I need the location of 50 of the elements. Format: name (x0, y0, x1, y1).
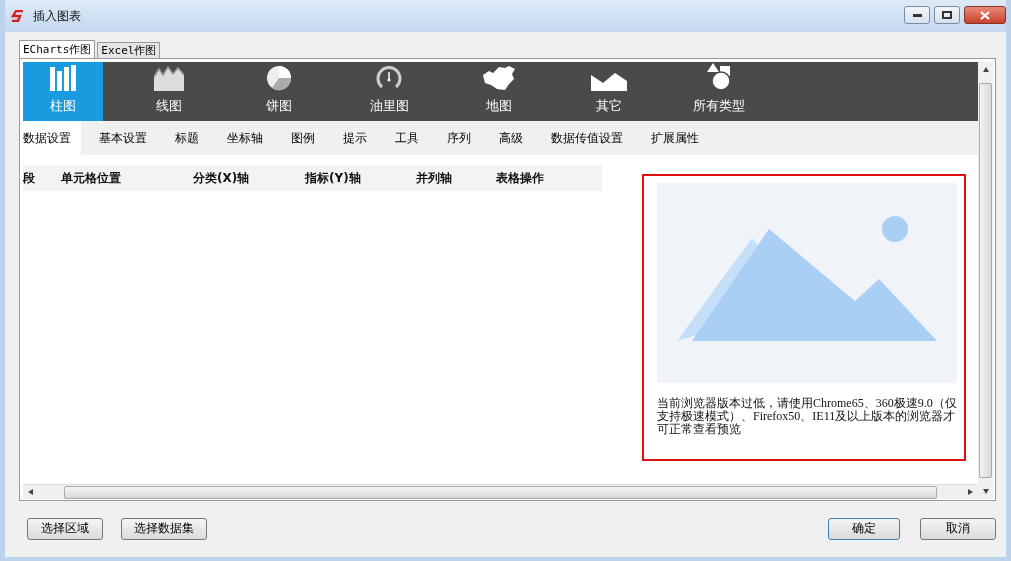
minimize-button[interactable] (904, 6, 930, 24)
mountain-shape-icon (591, 71, 627, 91)
map-icon (481, 65, 517, 91)
window-title: 插入图表 (33, 7, 81, 25)
footer-button[interactable]: 选择区域 (27, 517, 103, 540)
down-arrow-icon (982, 489, 989, 494)
settings-tab[interactable]: 序列 (437, 121, 481, 155)
chart-type-item[interactable]: 油里图 (349, 62, 429, 121)
settings-tab[interactable]: 提示 (333, 121, 377, 155)
settings-tab[interactable]: 数据设置 (23, 121, 81, 155)
footer-button[interactable]: 选择数据集 (121, 517, 207, 540)
chart-type-item[interactable]: 地图 (459, 62, 539, 121)
vertical-scrollbar[interactable] (978, 62, 993, 499)
pie-chart-icon (266, 65, 292, 91)
settings-tab[interactable]: 标题 (165, 121, 209, 155)
logo-icon (11, 10, 25, 22)
settings-tab[interactable]: 工具 (385, 121, 429, 155)
settings-tab[interactable]: 图例 (281, 121, 325, 155)
footer-button[interactable]: 确定 (828, 517, 900, 540)
maximize-icon (942, 11, 952, 19)
horizontal-scrollbar[interactable] (23, 484, 978, 499)
column-header: 表格操作 (496, 169, 545, 187)
column-header: 段 (23, 169, 36, 187)
gauge-icon (376, 65, 402, 91)
browser-warning-text: 当前浏览器版本过低，请使用Chrome65、360极速9.0（仅支持极速模式）、Firefox50、IE11及以上版本的浏览器才可正常查看预览 (657, 397, 957, 436)
close-button[interactable] (964, 6, 1006, 24)
maximize-button[interactable] (934, 6, 960, 24)
column-header: 指标(Y)轴 (305, 169, 362, 187)
chart-type-item[interactable]: 其它 (569, 62, 649, 121)
left-arrow-icon (28, 489, 33, 495)
close-icon (980, 10, 990, 20)
settings-tab[interactable]: 坐标轴 (217, 121, 273, 155)
right-arrow-icon (968, 489, 973, 495)
chart-type-item[interactable]: 饼图 (239, 62, 319, 121)
settings-tab[interactable]: 数据传值设置 (541, 121, 633, 155)
area-chart-icon (154, 65, 184, 91)
minimize-icon (912, 13, 922, 17)
tab[interactable]: Excel作图 (97, 42, 161, 58)
column-header: 并列轴 (416, 169, 453, 187)
settings-tab[interactable]: 高级 (489, 121, 533, 155)
footer-button[interactable]: 取消 (920, 517, 996, 540)
chart-type-item[interactable]: 所有类型 (679, 62, 759, 121)
column-header: 单元格位置 (61, 169, 122, 187)
up-arrow-icon (982, 67, 989, 72)
settings-tab[interactable]: 基本设置 (89, 121, 157, 155)
chart-type-item[interactable]: 线图 (129, 62, 209, 121)
settings-tab[interactable]: 扩展属性 (641, 121, 709, 155)
bar-chart-icon (49, 65, 77, 91)
column-header: 分类(X)轴 (193, 169, 251, 187)
tab[interactable]: ECharts作图 (19, 40, 96, 58)
